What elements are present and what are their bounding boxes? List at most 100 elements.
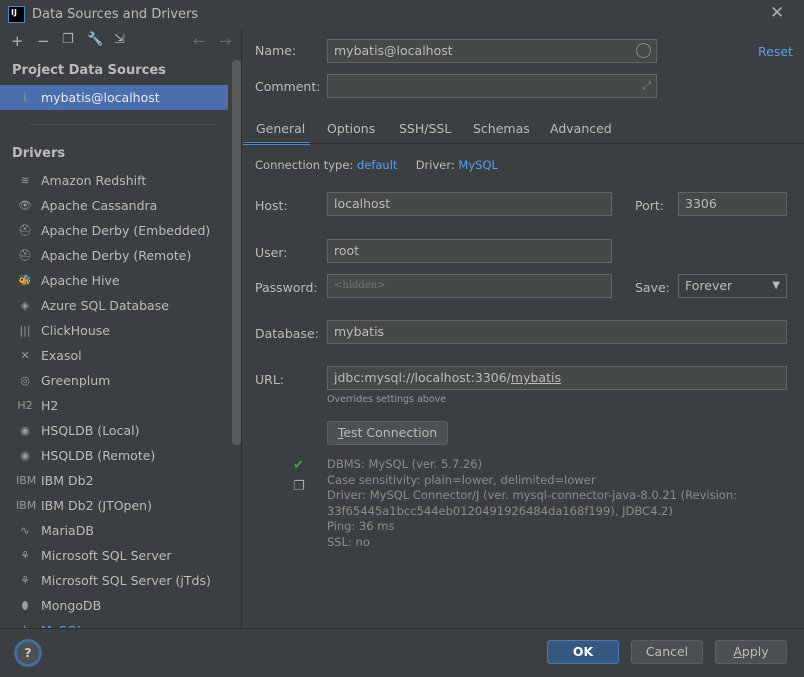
driver-item[interactable]: 🐝 Apache Hive <box>0 268 228 293</box>
driver-icon: ◎ <box>20 374 30 387</box>
driver-link[interactable]: MySQL <box>458 158 498 172</box>
password-input[interactable]: <hidden> <box>327 274 612 298</box>
driver-icon: ⌇ <box>16 618 34 628</box>
driver-icon: IBM <box>16 499 37 512</box>
driver-item[interactable]: ⚘ Microsoft SQL Server <box>0 543 228 568</box>
database-input[interactable]: mybatis <box>327 320 787 344</box>
tab-options[interactable]: Options <box>327 121 375 136</box>
driver-icon: ◉ <box>20 424 30 437</box>
driver-label: Apache Derby (Remote) <box>41 248 192 263</box>
ok-button[interactable]: OK <box>547 640 619 664</box>
password-label: Password: <box>255 280 318 295</box>
driver-label: IBM Db2 <box>41 473 94 488</box>
save-label: Save: <box>635 280 670 295</box>
driver-icon: ⚘ <box>20 549 30 562</box>
success-check-icon: ✔ <box>293 458 304 473</box>
driver-icon: ∿ <box>20 524 30 537</box>
driver-label: H2 <box>41 398 59 413</box>
scrollbar[interactable] <box>232 60 241 445</box>
apply-button[interactable]: Apply <box>715 640 787 664</box>
close-icon[interactable]: ✕ <box>770 3 784 23</box>
copy-icon[interactable]: ❐ <box>62 32 74 47</box>
driver-label: HSQLDB (Local) <box>41 423 140 438</box>
driver-label: Apache Hive <box>41 273 120 288</box>
driver-item[interactable]: ◎ Greenplum <box>0 368 228 393</box>
driver-icon: ⬮ <box>21 599 29 612</box>
driver-item[interactable]: ⛑ Apache Derby (Embedded) <box>0 218 228 243</box>
host-input[interactable]: localhost <box>327 192 612 216</box>
user-input[interactable]: root <box>327 239 612 263</box>
driver-item[interactable]: ◉ HSQLDB (Remote) <box>0 443 228 468</box>
url-label: URL: <box>255 372 285 387</box>
driver-label: MariaDB <box>41 523 94 538</box>
port-input[interactable]: 3306 <box>678 192 787 216</box>
driver-item[interactable]: ✕ Exasol <box>0 343 228 368</box>
tab-divider <box>243 143 804 144</box>
reset-link[interactable]: Reset <box>758 44 793 59</box>
driver-item[interactable]: H2 H2 <box>0 393 228 418</box>
remove-icon[interactable]: − <box>37 32 50 50</box>
driver-item[interactable]: ⚘ Microsoft SQL Server (jTds) <box>0 568 228 593</box>
driver-item[interactable]: ||| ClickHouse <box>0 318 228 343</box>
add-icon[interactable]: + <box>11 32 24 50</box>
port-label: Port: <box>635 198 664 213</box>
driver-item[interactable]: ◉ HSQLDB (Local) <box>0 418 228 443</box>
drivers-header: Drivers <box>12 146 66 161</box>
wrench-icon[interactable]: 🔧 <box>87 32 103 47</box>
driver-label: Microsoft SQL Server <box>41 548 172 563</box>
import-icon[interactable]: ⇲ <box>114 32 125 47</box>
driver-item[interactable]: ◈ Azure SQL Database <box>0 293 228 318</box>
name-label: Name: <box>255 43 297 58</box>
comment-label: Comment: <box>255 79 321 94</box>
driver-item[interactable]: ⬮ MongoDB <box>0 593 228 618</box>
left-panel: + − ❐ 🔧 ⇲ ← → Project Data Sources ⌇ myba… <box>0 30 242 628</box>
driver-item[interactable]: IBM IBM Db2 (JTOpen) <box>0 493 228 518</box>
driver-item[interactable]: 👁 Apache Cassandra <box>0 193 228 218</box>
tab-general[interactable]: General <box>256 121 305 136</box>
driver-item[interactable]: ≋ Amazon Redshift <box>0 168 228 193</box>
driver-icon: ✕ <box>20 349 30 362</box>
driver-icon: H2 <box>17 399 33 412</box>
name-input[interactable]: mybatis@localhost <box>327 39 657 63</box>
host-label: Host: <box>255 198 288 213</box>
copy-info-icon[interactable]: ❐ <box>293 479 305 494</box>
driver-label: Apache Cassandra <box>41 198 158 213</box>
comment-input[interactable]: ⤢ <box>327 74 657 98</box>
help-button[interactable]: ? <box>14 639 42 667</box>
url-input[interactable]: jdbc:mysql://localhost:3306/mybatis <box>327 366 787 390</box>
app-logo: IJ <box>8 6 25 23</box>
driver-icon: 👁 <box>18 199 32 212</box>
back-icon[interactable]: ← <box>193 32 206 50</box>
driver-label: Greenplum <box>41 373 111 388</box>
mysql-icon: ⌇ <box>22 91 28 104</box>
title-bar: IJ Data Sources and Drivers ✕ <box>0 0 804 30</box>
cancel-button[interactable]: Cancel <box>631 640 703 664</box>
tab-advanced[interactable]: Advanced <box>550 121 612 136</box>
test-connection-button[interactable]: Test Connection <box>327 421 448 445</box>
driver-label: Amazon Redshift <box>41 173 147 188</box>
driver-item[interactable]: ⛑ Apache Derby (Remote) <box>0 243 228 268</box>
driver-icon: IBM <box>16 474 37 487</box>
driver-icon: ◉ <box>20 449 30 462</box>
chevron-down-icon: ▼ <box>772 280 780 291</box>
datasource-item[interactable]: ⌇ mybatis@localhost <box>0 85 228 110</box>
driver-label: HSQLDB (Remote) <box>41 448 156 463</box>
driver-icon: ||| <box>19 324 31 337</box>
tab-sshssl[interactable]: SSH/SSL <box>399 121 451 136</box>
connection-type: Connection type: default Driver: MySQL <box>255 158 498 172</box>
driver-label: MongoDB <box>41 598 102 613</box>
connection-info: DBMS: MySQL (ver. 5.7.26) Case sensitivit… <box>327 457 738 549</box>
driver-label: Apache Derby (Embedded) <box>41 223 211 238</box>
connection-type-link[interactable]: default <box>357 158 397 172</box>
driver-item[interactable]: IBM IBM Db2 <box>0 468 228 493</box>
driver-label: Microsoft SQL Server (jTds) <box>41 573 211 588</box>
save-select[interactable]: Forever ▼ <box>678 274 787 298</box>
forward-icon[interactable]: → <box>219 32 232 50</box>
driver-item[interactable]: ∿ MariaDB <box>0 518 228 543</box>
user-label: User: <box>255 245 288 260</box>
driver-item[interactable]: ⌇MySQL <box>0 618 228 628</box>
details-panel: Name: mybatis@localhost Reset Comment: ⤢… <box>243 30 804 628</box>
driver-icon: ⛑ <box>18 224 32 237</box>
tab-schemas[interactable]: Schemas <box>473 121 530 136</box>
expand-icon[interactable]: ⤢ <box>642 75 651 97</box>
